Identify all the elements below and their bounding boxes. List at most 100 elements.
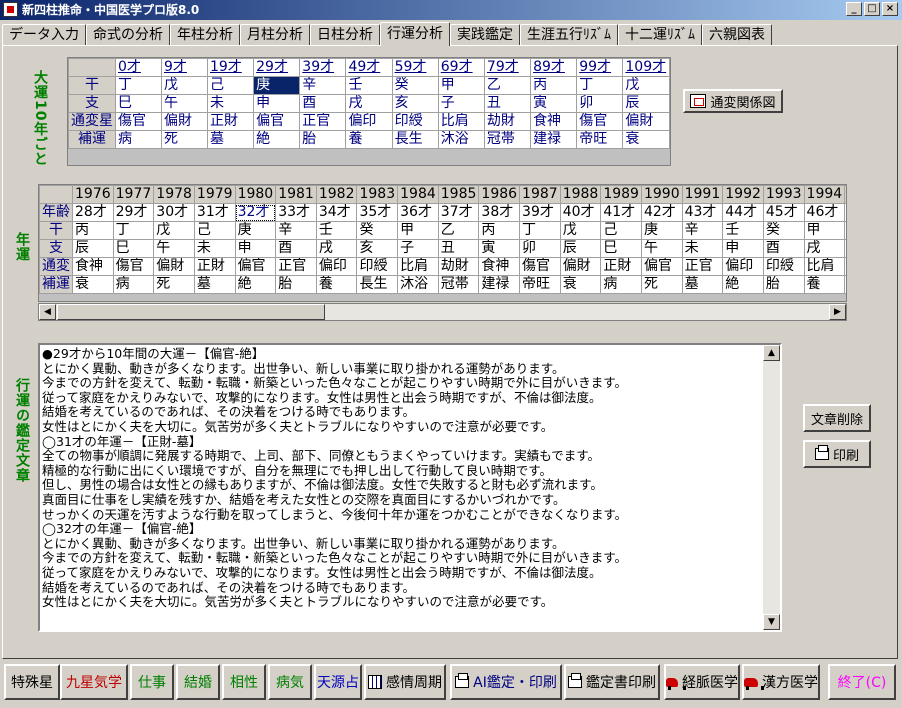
taiun-cell[interactable]: 丁 bbox=[115, 76, 162, 95]
nenun-cell[interactable]: 41才 bbox=[600, 203, 642, 222]
taiun-cell[interactable]: 辰 bbox=[622, 94, 670, 113]
shigoto-button[interactable]: 仕事 bbox=[130, 664, 174, 700]
taiun-cell[interactable]: 丙 bbox=[530, 76, 578, 95]
tab-5[interactable]: 日柱分析 bbox=[310, 24, 380, 46]
scroll-thumb[interactable] bbox=[57, 304, 325, 320]
taiun-cell[interactable]: 比肩 bbox=[437, 112, 485, 131]
nenun-cell[interactable]: 28才 bbox=[72, 203, 114, 222]
taiun-cell[interactable]: 庚 bbox=[253, 76, 301, 95]
nenun-cell[interactable]: 43才 bbox=[681, 203, 724, 222]
nenun-cell[interactable]: 沐浴 bbox=[397, 275, 439, 294]
aisho-button[interactable]: 相性 bbox=[222, 664, 266, 700]
exit-button[interactable]: 終了(C) bbox=[828, 664, 896, 700]
taiun-cell[interactable]: 乙 bbox=[483, 76, 532, 95]
tab-7[interactable]: 実践鑑定 bbox=[450, 24, 520, 46]
taiun-cell[interactable]: 丁 bbox=[576, 76, 624, 95]
scroll-left-icon[interactable]: ◀ bbox=[39, 304, 56, 320]
nenun-cell[interactable]: 絶 bbox=[234, 275, 277, 294]
nenun-cell[interactable]: 甲 bbox=[397, 221, 439, 240]
nenun-cell[interactable]: 胎 bbox=[275, 275, 317, 294]
taiun-age-header[interactable]: 89才 bbox=[530, 58, 578, 77]
nenun-cell[interactable]: 辛 bbox=[275, 221, 317, 240]
kekkon-button[interactable]: 結婚 bbox=[176, 664, 220, 700]
nenun-cell[interactable]: 申 bbox=[234, 239, 277, 258]
nenun-cell[interactable]: 絶 bbox=[722, 275, 764, 294]
nenun-cell[interactable]: 傷官 bbox=[519, 257, 561, 276]
nenun-cell[interactable]: 亥 bbox=[356, 239, 399, 258]
taiun-cell[interactable]: 劫財 bbox=[483, 112, 532, 131]
taiun-cell[interactable]: 絶 bbox=[253, 130, 301, 149]
nenun-cell[interactable]: 午 bbox=[153, 239, 195, 258]
taiun-cell[interactable]: 偏印 bbox=[345, 112, 393, 131]
nenun-cell[interactable]: 32才 bbox=[234, 203, 277, 222]
nenun-cell[interactable]: 40才 bbox=[559, 203, 602, 222]
nenun-cell[interactable]: 死 bbox=[153, 275, 195, 294]
nenun-cell[interactable]: 戌 bbox=[803, 239, 846, 258]
nenun-cell[interactable]: 29才 bbox=[112, 203, 155, 222]
nenun-cell[interactable]: 丁 bbox=[112, 221, 155, 240]
nenun-cell[interactable]: 正官 bbox=[681, 257, 724, 276]
taiun-cell[interactable]: 胎 bbox=[299, 130, 347, 149]
taiun-cell[interactable]: 辛 bbox=[299, 76, 347, 95]
nenun-cell[interactable]: 34才 bbox=[315, 203, 358, 222]
nenun-horizontal-scrollbar[interactable]: ◀ ▶ bbox=[38, 303, 847, 321]
nenun-cell[interactable]: 衰 bbox=[559, 275, 602, 294]
nenun-cell[interactable]: 巳 bbox=[600, 239, 642, 258]
taiun-cell[interactable]: 午 bbox=[160, 94, 208, 113]
taiun-cell[interactable]: 建禄 bbox=[530, 130, 578, 149]
taiun-cell[interactable]: 未 bbox=[206, 94, 255, 113]
taiun-age-header[interactable]: 9才 bbox=[160, 58, 208, 77]
nenun-cell[interactable]: 巳 bbox=[112, 239, 155, 258]
taiun-cell[interactable]: 戊 bbox=[160, 76, 208, 95]
nenun-cell[interactable]: 丙 bbox=[72, 221, 114, 240]
nenun-cell[interactable]: 辰 bbox=[559, 239, 602, 258]
kanjo-shuki-button[interactable]: 感情周期 bbox=[364, 664, 446, 700]
taiun-age-header[interactable]: 79才 bbox=[483, 58, 532, 77]
taiun-cell[interactable]: 子 bbox=[437, 94, 485, 113]
nenun-cell[interactable]: 38才 bbox=[478, 203, 521, 222]
nenun-cell[interactable]: 印綬 bbox=[356, 257, 399, 276]
nenun-cell[interactable]: 37才 bbox=[437, 203, 480, 222]
taiun-cell[interactable]: 甲 bbox=[437, 76, 485, 95]
scroll-up-icon[interactable]: ▲ bbox=[763, 345, 780, 361]
taiun-cell[interactable]: 傷官 bbox=[115, 112, 162, 131]
kyusei-kigaku-button[interactable]: 九星気学 bbox=[60, 664, 128, 700]
nenun-cell[interactable]: 墓 bbox=[681, 275, 724, 294]
print-button[interactable]: 印刷 bbox=[803, 440, 871, 468]
close-button[interactable]: × bbox=[882, 2, 898, 16]
nenun-cell[interactable]: 46才 bbox=[803, 203, 846, 222]
nenun-cell[interactable]: 冠帯 bbox=[437, 275, 480, 294]
nenun-cell[interactable]: 劫財 bbox=[844, 257, 846, 276]
taiun-age-header[interactable]: 109才 bbox=[622, 58, 670, 77]
taiun-cell[interactable]: 偏財 bbox=[160, 112, 208, 131]
taiun-cell[interactable]: 正財 bbox=[206, 112, 255, 131]
ai-kantei-print-button[interactable]: AI鑑定・印刷 bbox=[450, 664, 562, 700]
taiun-cell[interactable]: 偏官 bbox=[253, 112, 301, 131]
nenun-cell[interactable]: 辰 bbox=[72, 239, 114, 258]
taiun-age-header[interactable]: 39才 bbox=[299, 58, 347, 77]
nenun-cell[interactable]: 己 bbox=[600, 221, 642, 240]
nenun-cell[interactable]: 食神 bbox=[478, 257, 521, 276]
nenun-cell[interactable]: 44才 bbox=[722, 203, 764, 222]
taiun-cell[interactable]: 印綬 bbox=[391, 112, 439, 131]
nenun-cell[interactable]: 辛 bbox=[681, 221, 724, 240]
kantei-textarea[interactable]: ●29才から10年間の大運－【偏官-絶】 とにかく異動、動きが多くなります。出世争… bbox=[38, 343, 782, 632]
taiun-cell[interactable]: 卯 bbox=[576, 94, 624, 113]
tab-1[interactable]: データ入力 bbox=[2, 24, 86, 46]
nenun-cell[interactable]: 偏印 bbox=[722, 257, 764, 276]
nenun-cell[interactable]: 卯 bbox=[519, 239, 561, 258]
nenun-cell[interactable]: 壬 bbox=[315, 221, 358, 240]
taiun-cell[interactable]: 病 bbox=[115, 130, 162, 149]
nenun-cell[interactable]: 午 bbox=[640, 239, 683, 258]
nenun-cell[interactable]: 寅 bbox=[478, 239, 521, 258]
taiun-cell[interactable]: 帝旺 bbox=[576, 130, 624, 149]
nenun-cell[interactable]: 墓 bbox=[193, 275, 236, 294]
taiun-cell[interactable]: 亥 bbox=[391, 94, 439, 113]
taiun-cell[interactable]: 戌 bbox=[345, 94, 393, 113]
nenun-cell[interactable]: 癸 bbox=[762, 221, 805, 240]
nenun-cell[interactable]: 養 bbox=[315, 275, 358, 294]
nenun-cell[interactable]: 47才 bbox=[844, 203, 846, 222]
delete-text-button[interactable]: 文章削除 bbox=[803, 404, 871, 432]
nenun-cell[interactable]: 丙 bbox=[478, 221, 521, 240]
tab-10[interactable]: 六親図表 bbox=[702, 24, 772, 46]
